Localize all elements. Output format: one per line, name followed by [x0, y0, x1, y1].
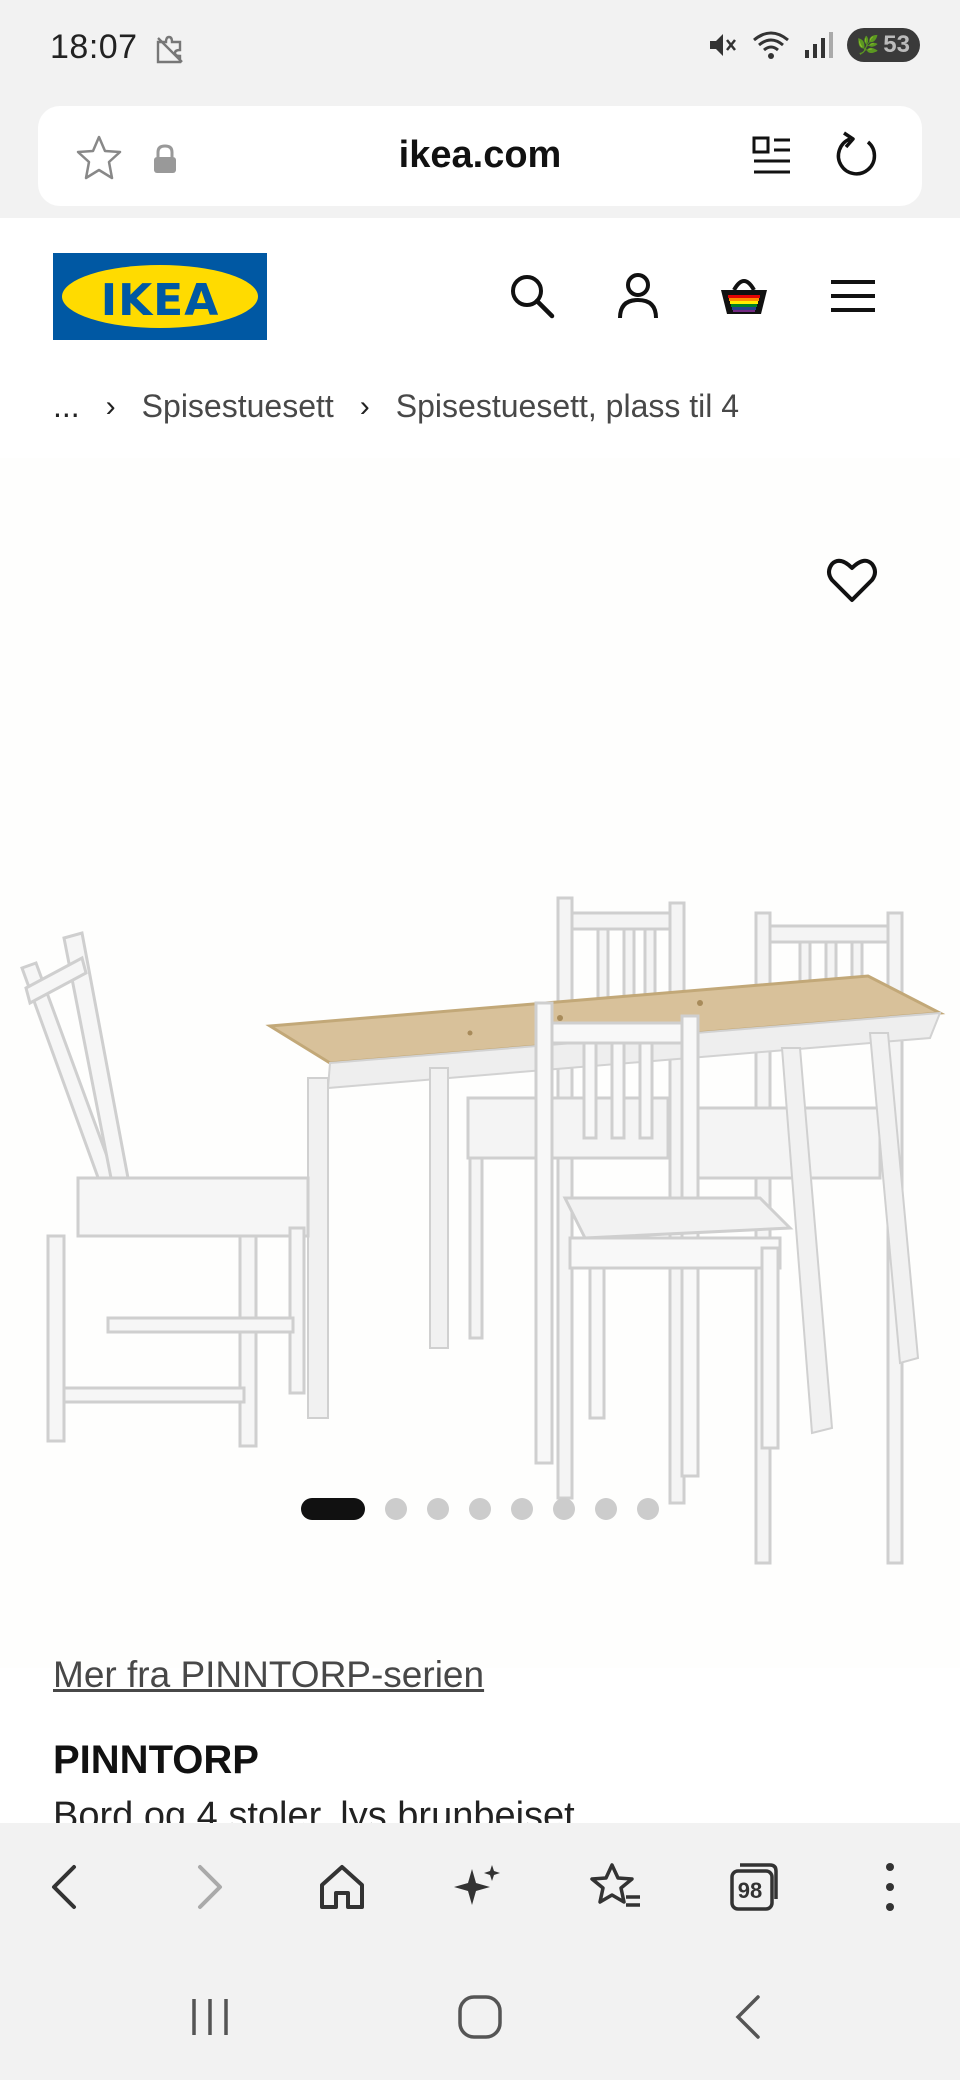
battery-icon: 🌿 53 — [846, 28, 920, 62]
breadcrumb: ... › Spisestuesett › Spisestuesett, pla… — [53, 388, 739, 425]
site-header: IKEA — [0, 218, 960, 368]
wifi-icon — [752, 31, 789, 59]
breadcrumb-item-dining-sets[interactable]: Spisestuesett — [142, 388, 334, 425]
puzzle-icon — [156, 35, 183, 64]
status-icons: 🌿 53 — [705, 28, 920, 62]
product-name: PINNTORP — [53, 1738, 259, 1782]
gallery-dot[interactable] — [469, 1498, 491, 1520]
basket-icon[interactable] — [718, 270, 770, 322]
breadcrumb-item-dining-sets-4[interactable]: Spisestuesett, plass til 4 — [396, 388, 739, 425]
product-image[interactable] — [0, 458, 960, 1668]
menu-icon[interactable] — [827, 270, 879, 322]
series-link[interactable]: Mer fra PINNTORP-serien — [53, 1654, 484, 1696]
breadcrumb-ellipsis[interactable]: ... — [53, 388, 80, 425]
back-nav-icon[interactable] — [724, 1991, 776, 2043]
mute-icon — [709, 34, 736, 56]
web-page: IKEA ... › Spisestuesett › Spisestuesett… — [0, 218, 960, 1823]
status-bar: 18:07 🌿 53 — [0, 0, 960, 100]
gallery-dot[interactable] — [637, 1498, 659, 1520]
recent-apps-icon[interactable] — [184, 1991, 236, 2043]
search-icon[interactable] — [506, 270, 558, 322]
chevron-right-icon: › — [105, 389, 116, 423]
chevron-right-icon: › — [359, 389, 370, 423]
gallery-dot[interactable] — [595, 1498, 617, 1520]
battery-level: 53 — [883, 31, 910, 58]
more-icon[interactable] — [862, 1859, 918, 1915]
tabs-button[interactable]: 98 — [726, 1859, 782, 1915]
gallery-pagination — [0, 1498, 960, 1520]
account-icon[interactable] — [612, 270, 664, 322]
ikea-logo[interactable]: IKEA — [53, 253, 267, 340]
browser-toolbar: 98 — [0, 1823, 960, 1953]
gallery-dot[interactable] — [385, 1498, 407, 1520]
gallery-dot[interactable] — [553, 1498, 575, 1520]
reader-mode-icon[interactable] — [750, 134, 794, 178]
logo-text: IKEA — [100, 275, 220, 326]
home-icon[interactable] — [314, 1859, 370, 1915]
gallery-dot[interactable] — [511, 1498, 533, 1520]
reload-icon[interactable] — [830, 130, 882, 182]
bookmarks-icon[interactable] — [588, 1859, 644, 1915]
address-bar[interactable]: ikea.com — [38, 106, 922, 206]
gallery-dot[interactable] — [427, 1498, 449, 1520]
back-icon[interactable] — [38, 1859, 94, 1915]
browser-url-area: ikea.com — [0, 100, 960, 218]
system-nav-bar — [0, 1953, 960, 2080]
tabs-count: 98 — [737, 1878, 763, 1903]
forward-icon[interactable] — [180, 1859, 236, 1915]
sparkle-icon[interactable] — [450, 1859, 506, 1915]
gallery-dot[interactable] — [301, 1498, 365, 1520]
signal-icon — [804, 32, 833, 58]
home-nav-icon[interactable] — [454, 1991, 506, 2043]
product-description: Bord og 4 stoler, lys brunbeiset — [53, 1795, 575, 1823]
status-time: 18:07 — [50, 28, 138, 66]
favorite-heart-icon[interactable] — [824, 552, 880, 608]
